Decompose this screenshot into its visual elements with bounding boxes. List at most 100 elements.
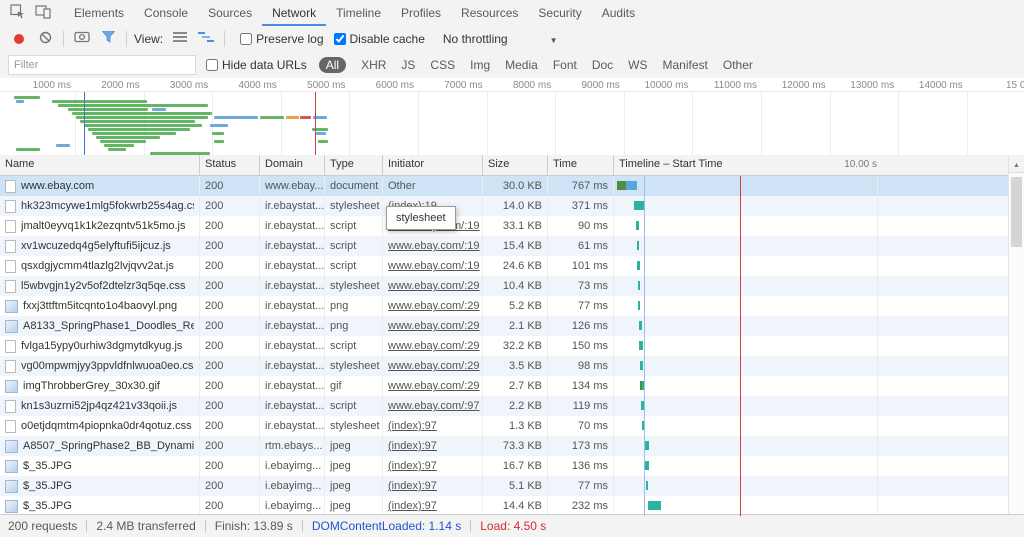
cell-name: jmalt0eyvq1k1k2ezqntv51k5mo.js [0, 216, 200, 236]
table-row[interactable]: $_35.JPG200i.ebayimg...jpeg(index):9714.… [0, 496, 1024, 516]
table-row[interactable]: www.ebay.com200www.ebay...documentOther3… [0, 176, 1024, 196]
filter-input[interactable] [8, 55, 196, 75]
column-header-domain[interactable]: Domain [260, 155, 325, 175]
table-row[interactable]: xv1wcuzedq4g5elyftufi5ijcuz.js200ir.ebay… [0, 236, 1024, 256]
filter-type-img[interactable]: Img [470, 58, 490, 72]
table-row[interactable]: imgThrobberGrey_30x30.gif200ir.ebaystat.… [0, 376, 1024, 396]
cell-initiator: Other [383, 176, 483, 196]
table-row[interactable]: $_35.JPG200i.ebayimg...jpeg(index):9716.… [0, 456, 1024, 476]
filter-type-media[interactable]: Media [505, 58, 538, 72]
initiator-link[interactable]: (index):97 [388, 460, 437, 472]
overview-request-bar [212, 132, 224, 135]
initiator-link[interactable]: www.ebay.com/:29 [388, 280, 480, 292]
scroll-up-icon[interactable] [1009, 155, 1024, 173]
column-header-status[interactable]: Status [200, 155, 260, 175]
overview-pane[interactable]: 1000 ms2000 ms3000 ms4000 ms5000 ms6000 … [0, 78, 1024, 156]
filter-toggle-button[interactable] [95, 27, 121, 51]
table-row[interactable]: A8133_SpringPhase1_Doodles_Refresh...200… [0, 316, 1024, 336]
overview-request-bar [76, 116, 208, 119]
waterfall-bar [645, 461, 649, 470]
filter-type-all[interactable]: All [319, 57, 346, 73]
initiator-link[interactable]: (index):97 [388, 480, 437, 492]
filmstrip-button[interactable] [69, 27, 95, 51]
table-row[interactable]: jmalt0eyvq1k1k2ezqntv51k5mo.js200ir.ebay… [0, 216, 1024, 236]
cell-type: script [325, 236, 383, 256]
table-row[interactable]: hk323mcywe1mlg5fokwrb25s4ag.css200ir.eba… [0, 196, 1024, 216]
initiator-link[interactable]: www.ebay.com/:19 [388, 260, 480, 272]
table-row[interactable]: $_35.JPG200i.ebayimg...jpeg(index):975.1… [0, 476, 1024, 496]
overview-view-button[interactable] [193, 27, 219, 51]
table-row[interactable]: fvlga15ypy0urhiw3dgmytdkyug.js200ir.ebay… [0, 336, 1024, 356]
inspect-element-button[interactable] [4, 1, 30, 25]
filter-type-ws[interactable]: WS [628, 58, 647, 72]
initiator-link[interactable]: www.ebay.com/:97 [388, 400, 480, 412]
filter-type-css[interactable]: CSS [430, 58, 455, 72]
throttling-select[interactable]: No throttling [443, 32, 558, 46]
filter-type-manifest[interactable]: Manifest [663, 58, 708, 72]
disable-cache-option[interactable]: Disable cache [334, 32, 425, 46]
tab-audits[interactable]: Audits [592, 0, 645, 26]
initiator-text: Other [388, 180, 416, 192]
column-header-size[interactable]: Size [483, 155, 548, 175]
hide-data-urls-checkbox[interactable] [206, 59, 218, 71]
request-name: $_35.JPG [23, 496, 72, 516]
disable-cache-checkbox[interactable] [334, 33, 346, 45]
cell-name: A8507_SpringPhase2_BB_Dynamic_De... [0, 436, 200, 456]
table-row[interactable]: A8507_SpringPhase2_BB_Dynamic_De...200rt… [0, 436, 1024, 456]
scroll-thumb[interactable] [1011, 177, 1022, 247]
initiator-link[interactable]: www.ebay.com/:19 [388, 240, 480, 252]
initiator-link[interactable]: (index):97 [388, 500, 437, 512]
column-header-type[interactable]: Type [325, 155, 383, 175]
cell-domain: ir.ebaystat... [260, 416, 325, 436]
preserve-log-option[interactable]: Preserve log [240, 32, 323, 46]
tab-console[interactable]: Console [134, 0, 198, 26]
table-row[interactable]: vg00mpwmjyy3ppvldfnlwuoa0eo.css200ir.eba… [0, 356, 1024, 376]
preserve-log-checkbox[interactable] [240, 33, 252, 45]
filter-type-js[interactable]: JS [401, 58, 415, 72]
initiator-link[interactable]: (index):97 [388, 440, 437, 452]
initiator-link[interactable]: (index):97 [388, 420, 437, 432]
clear-button[interactable] [32, 27, 58, 51]
cell-type: script [325, 216, 383, 236]
cell-timeline [614, 276, 1008, 296]
cell-type: jpeg [325, 496, 383, 516]
tab-timeline[interactable]: Timeline [326, 0, 391, 26]
large-rows-view-button[interactable] [167, 27, 193, 51]
cell-initiator: www.ebay.com/:29 [383, 356, 483, 376]
tab-resources[interactable]: Resources [451, 0, 528, 26]
table-row[interactable]: l5wbvgjn1y2v5of2dtelzr3q5qe.css200ir.eba… [0, 276, 1024, 296]
table-row[interactable]: o0etjdqmtm4piopnka0dr4qotuz.css200ir.eba… [0, 416, 1024, 436]
tab-network[interactable]: Network [262, 0, 326, 26]
tab-elements[interactable]: Elements [64, 0, 134, 26]
document-icon [5, 240, 16, 253]
table-row[interactable]: qsxdgjycmm4tlazlg2lvjqvv2at.js200ir.ebay… [0, 256, 1024, 276]
initiator-link[interactable]: www.ebay.com/:29 [388, 320, 480, 332]
initiator-link[interactable]: www.ebay.com/:29 [388, 340, 480, 352]
status-separator [86, 520, 87, 532]
tab-security[interactable]: Security [528, 0, 591, 26]
cell-status: 200 [200, 396, 260, 416]
filter-type-other[interactable]: Other [723, 58, 753, 72]
column-header-initiator[interactable]: Initiator [383, 155, 483, 175]
overview-gridline [418, 91, 419, 155]
filter-type-font[interactable]: Font [553, 58, 577, 72]
tab-sources[interactable]: Sources [198, 0, 262, 26]
cell-domain: ir.ebaystat... [260, 256, 325, 276]
table-scrollbar[interactable] [1008, 155, 1024, 515]
waterfall-bar [636, 221, 639, 230]
device-toolbar-button[interactable] [30, 1, 56, 25]
tab-profiles[interactable]: Profiles [391, 0, 451, 26]
cell-status: 200 [200, 416, 260, 436]
filter-type-xhr[interactable]: XHR [361, 58, 386, 72]
filter-type-doc[interactable]: Doc [592, 58, 613, 72]
column-header-name[interactable]: Name [0, 155, 200, 175]
table-row[interactable]: kn1s3uzrni52jp4qz421v33qoii.js200ir.ebay… [0, 396, 1024, 416]
column-header-time[interactable]: Time [548, 155, 614, 175]
record-button[interactable] [6, 27, 32, 51]
initiator-link[interactable]: www.ebay.com/:29 [388, 300, 480, 312]
initiator-link[interactable]: www.ebay.com/:29 [388, 360, 480, 372]
column-header-timeline-start-time[interactable]: Timeline – Start Time10.00 s [614, 155, 1008, 175]
initiator-link[interactable]: www.ebay.com/:29 [388, 380, 480, 392]
table-row[interactable]: fxxj3ttftm5itcqnto1o4baovyl.png200ir.eba… [0, 296, 1024, 316]
hide-data-urls-option[interactable]: Hide data URLs [206, 58, 307, 72]
